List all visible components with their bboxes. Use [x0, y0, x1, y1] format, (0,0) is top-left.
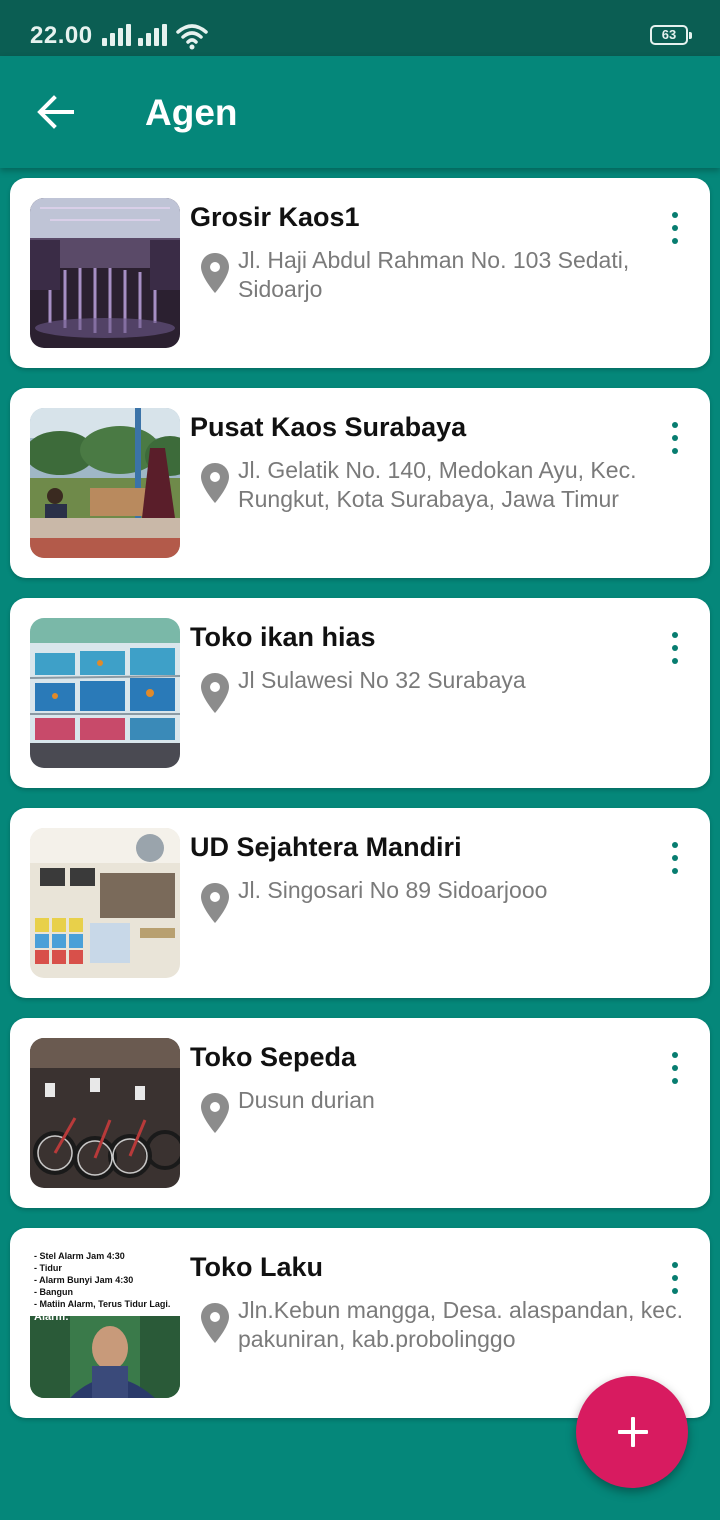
agent-list: Grosir Kaos1 Jl. Haji Abdul Rahman No. 1…: [10, 178, 710, 1438]
arrow-left-icon[interactable]: [34, 92, 78, 132]
agent-address: Jl. Singosari No 89 Sidoarjooo: [238, 877, 548, 903]
agent-name: Grosir Kaos1: [190, 202, 360, 232]
agent-card[interactable]: Toko Sepeda Dusun durian: [10, 1018, 710, 1208]
agent-address: Jl Sulawesi No 32 Surabaya: [238, 667, 526, 693]
agent-address: Jl. Gelatik No. 140, Medokan Ayu, Kec. R…: [238, 457, 637, 512]
bicycle-shop-photo: [30, 1038, 180, 1188]
agent-address: Jl. Haji Abdul Rahman No. 103 Sedati, Si…: [238, 247, 630, 302]
more-vert-icon[interactable]: [660, 1258, 690, 1298]
more-vert-icon[interactable]: [660, 838, 690, 878]
more-vert-icon[interactable]: [660, 628, 690, 668]
clothing-store-photo: [30, 198, 180, 348]
meme-photo: - Stel Alarm Jam 4:30 - Tidur - Alarm Bu…: [30, 1248, 180, 1398]
signal-icon: [138, 24, 168, 46]
agent-card[interactable]: UD Sejahtera Mandiri Jl. Singosari No 89…: [10, 808, 710, 998]
more-vert-icon[interactable]: [660, 208, 690, 248]
more-vert-icon[interactable]: [660, 418, 690, 458]
location-pin-icon: [201, 673, 229, 713]
location-pin-icon: [201, 463, 229, 503]
outdoor-stall-photo: [30, 408, 180, 558]
wifi-icon: [176, 24, 208, 50]
meme-caption: - Stel Alarm Jam 4:30 - Tidur - Alarm Bu…: [34, 1251, 171, 1323]
location-pin-icon: [201, 253, 229, 293]
agent-card[interactable]: Pusat Kaos Surabaya Jl. Gelatik No. 140,…: [10, 388, 710, 578]
signal-icon: [102, 24, 132, 46]
agent-name: Toko ikan hias: [190, 622, 376, 652]
app-bar: Agen: [0, 56, 720, 168]
status-bar: 22.00 63: [0, 0, 720, 56]
location-pin-icon: [201, 1093, 229, 1133]
agent-card[interactable]: Grosir Kaos1 Jl. Haji Abdul Rahman No. 1…: [10, 178, 710, 368]
status-time: 22.00: [30, 22, 93, 49]
location-pin-icon: [201, 1303, 229, 1343]
agent-card[interactable]: Toko ikan hias Jl Sulawesi No 32 Surabay…: [10, 598, 710, 788]
paint-store-photo: [30, 828, 180, 978]
agent-address: Jln.Kebun mangga, Desa. alaspandan, kec.…: [238, 1297, 683, 1352]
agent-name: Toko Laku: [190, 1252, 324, 1282]
location-pin-icon: [201, 883, 229, 923]
more-vert-icon[interactable]: [660, 1048, 690, 1088]
agent-name: UD Sejahtera Mandiri: [190, 832, 462, 862]
agent-name: Toko Sepeda: [190, 1042, 357, 1072]
battery-icon: 63: [650, 25, 692, 45]
agent-address: Dusun durian: [238, 1087, 375, 1113]
aquarium-shop-photo: [30, 618, 180, 768]
page-title: Agen: [145, 92, 238, 133]
agent-name: Pusat Kaos Surabaya: [190, 412, 467, 442]
add-agent-button[interactable]: [576, 1376, 688, 1488]
